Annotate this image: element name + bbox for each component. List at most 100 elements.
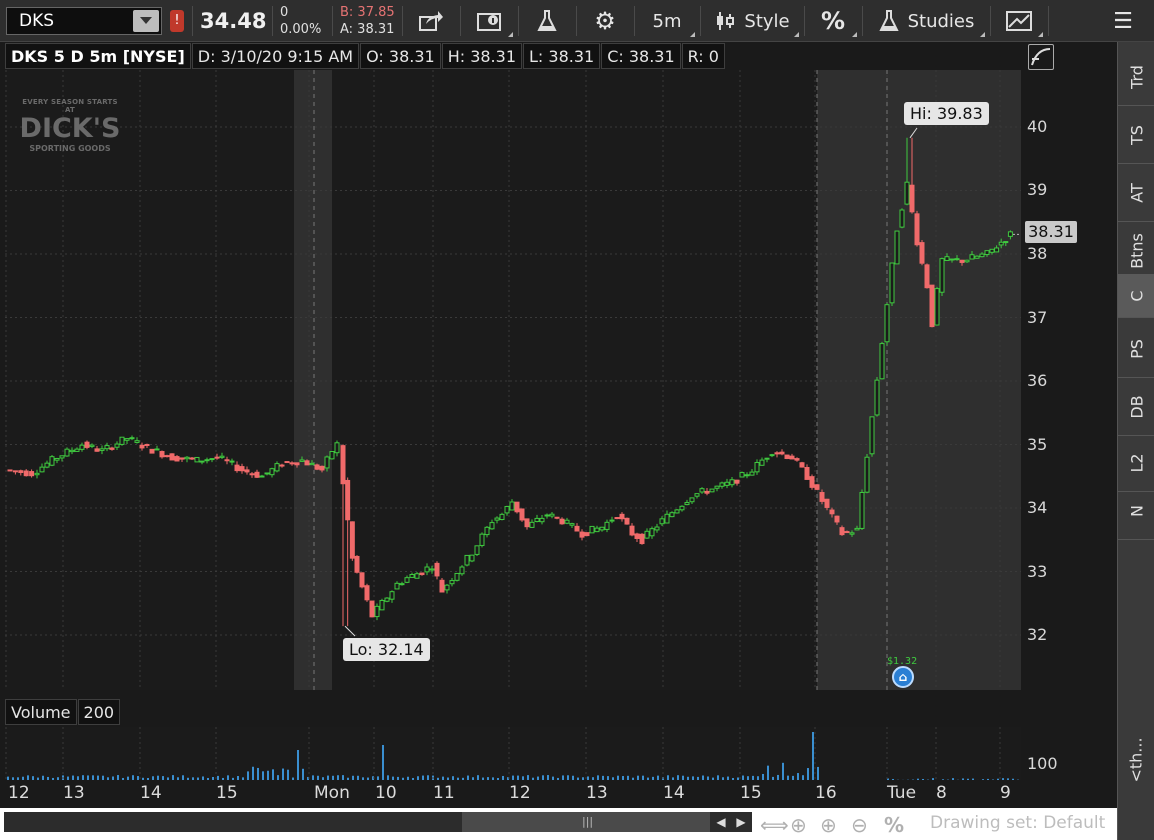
chart-title[interactable]: DKS 5 D 5m [NYSE]	[5, 43, 191, 69]
volume-bar	[497, 777, 499, 780]
drawing-set-label[interactable]: Drawing set: Default	[930, 813, 1105, 833]
candle-body	[309, 462, 315, 466]
volume-bar	[317, 775, 319, 780]
candle-body	[234, 464, 240, 472]
candle-body	[884, 304, 890, 343]
sidebar-tab-trd[interactable]: Trd	[1118, 48, 1154, 106]
candle-body	[89, 444, 95, 447]
scroll-left-button[interactable]: ◀	[712, 812, 730, 832]
time-tick: 13	[586, 783, 608, 803]
percent-button[interactable]: %	[806, 0, 860, 42]
volume-bar	[87, 775, 89, 780]
volume-bar	[737, 777, 739, 780]
volume-bar	[637, 775, 639, 780]
sidebar-tab-ts[interactable]: TS	[1118, 106, 1154, 164]
volume-bar	[602, 775, 604, 780]
time-axis[interactable]: 12 13 14 15 Mon 10 11 12 13 14 15 16 Tue…	[0, 782, 1020, 806]
candle-body	[594, 527, 600, 533]
earnings-event-icon[interactable]: ⌂	[892, 666, 914, 688]
time-tick: 15	[740, 783, 762, 803]
symbol-dropdown-button[interactable]	[133, 10, 159, 32]
time-tick: 15	[216, 783, 238, 803]
menu-button[interactable]: ☰	[1096, 0, 1150, 42]
volume-pane[interactable]	[5, 727, 1021, 780]
sidebar-tab-n[interactable]: N	[1118, 482, 1154, 540]
candle-body	[194, 456, 200, 463]
candle-body	[174, 456, 180, 462]
volume-bar	[342, 775, 344, 780]
candle-body	[754, 462, 760, 473]
symbol-input[interactable]: DKS	[6, 7, 162, 35]
candle-body	[299, 459, 305, 462]
candle-body	[209, 458, 215, 461]
volume-bar	[917, 778, 919, 780]
candle-body	[849, 532, 855, 535]
style-button[interactable]: Style	[702, 0, 802, 42]
volume-bar	[467, 775, 469, 780]
sidebar-tab-c[interactable]: C	[1118, 274, 1154, 318]
time-tick: Tue	[887, 783, 917, 803]
volume-label[interactable]: Volume	[5, 699, 77, 725]
candle-body	[939, 258, 945, 293]
candle-body	[694, 493, 700, 497]
share-button[interactable]	[404, 0, 458, 42]
sidebar-tab-db[interactable]: DB	[1118, 378, 1154, 436]
candle-body	[814, 484, 820, 490]
drawings-button[interactable]	[992, 0, 1046, 42]
drawing-mode-button[interactable]	[1028, 44, 1054, 70]
price-chart-pane[interactable]: EVERY SEASON STARTS AT DICK'S SPORTING G…	[5, 70, 1021, 690]
volume-bar	[812, 732, 814, 780]
candle-body	[579, 531, 585, 538]
sidebar-more-tab[interactable]: <th...	[1117, 715, 1154, 805]
timeframe-button[interactable]: 5m	[636, 0, 698, 42]
crosshair-icon[interactable]: ⊕	[790, 813, 807, 837]
volume-bar	[392, 776, 394, 780]
candle-body	[64, 448, 70, 457]
volume-bar	[932, 778, 934, 780]
candle-body	[84, 441, 90, 448]
candle-body	[989, 248, 995, 253]
zoom-in-icon[interactable]: ⊕	[820, 813, 837, 837]
settings-button[interactable]: ⚙	[578, 0, 632, 42]
candle-body	[424, 566, 430, 573]
scroll-right-button[interactable]: ▶	[732, 812, 750, 832]
sidebar-tab-btns[interactable]: Btns	[1118, 222, 1154, 280]
volume-bar	[257, 767, 259, 780]
volume-bar	[347, 777, 349, 780]
volume-bar	[142, 777, 144, 780]
volume-bar	[757, 776, 759, 780]
price-chart-svg[interactable]	[5, 70, 1021, 690]
candle-body	[964, 259, 970, 263]
studies-button[interactable]: Studies	[864, 0, 988, 42]
candle-body	[389, 591, 395, 600]
candle-body	[169, 453, 175, 461]
candle-body	[329, 451, 335, 460]
time-tick: 13	[63, 783, 85, 803]
thinkback-button[interactable]	[520, 0, 574, 42]
low-label: Lo: 32.14	[343, 638, 430, 661]
candle-body	[119, 436, 125, 445]
sidebar-tab-ps[interactable]: PS	[1118, 320, 1154, 378]
candle-body	[619, 513, 625, 520]
candle-body	[369, 600, 375, 618]
candle-body	[704, 490, 710, 494]
sidebar-tab-at[interactable]: AT	[1118, 164, 1154, 222]
volume-bar	[402, 777, 404, 780]
zoom-out-icon[interactable]: ⟺	[760, 813, 789, 837]
volume-bar	[607, 776, 609, 780]
zoom-out-magnifier-icon[interactable]: ⊖	[851, 813, 868, 837]
volume-bar	[137, 776, 139, 780]
chart-info-button[interactable]	[462, 0, 516, 42]
volume-bar	[652, 776, 654, 780]
volume-bar	[22, 776, 24, 780]
volume-bar	[672, 777, 674, 780]
alert-badge[interactable]: !	[170, 10, 184, 32]
volume-bar	[802, 775, 804, 780]
candle-body	[34, 472, 40, 476]
candle-body	[334, 442, 340, 454]
share-icon	[419, 11, 443, 31]
percent-scale-icon[interactable]: %	[884, 813, 904, 837]
volume-bar	[747, 776, 749, 780]
volume-bar	[82, 775, 84, 780]
candle-body	[484, 526, 490, 536]
